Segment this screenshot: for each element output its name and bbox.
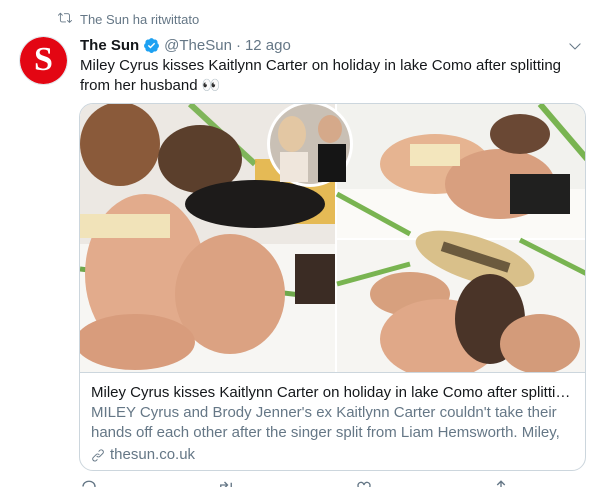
card-description: MILEY Cyrus and Brody Jenner's ex Kaitly…: [91, 404, 560, 441]
avatar-logo: S: [20, 37, 67, 84]
retweet-action-icon: [220, 481, 233, 487]
action-bar: [80, 479, 510, 487]
retweet-context-text[interactable]: The Sun ha ritwittato: [80, 12, 199, 27]
like-button[interactable]: [355, 479, 373, 487]
photo-bottom-right: [336, 230, 585, 372]
retweet-button[interactable]: [217, 479, 235, 487]
tweet-header: The Sun @TheSun · 12 ago: [80, 36, 583, 54]
retweet-context: The Sun ha ritwittato: [57, 11, 199, 28]
card-body[interactable]: Miley Cyrus kisses Kaitlynn Carter on ho…: [80, 372, 585, 470]
card-image[interactable]: [80, 104, 585, 372]
reply-icon: [82, 480, 96, 487]
card-photo-collage: [80, 104, 585, 372]
heart-icon: [356, 481, 371, 487]
tweet[interactable]: The Sun ha ritwittato S The Sun @TheSun …: [0, 0, 601, 487]
verified-badge-icon: [144, 37, 160, 53]
card-domain-text: thesun.co.uk: [110, 446, 196, 463]
tweet-text: Miley Cyrus kisses Kaitlynn Carter on ho…: [80, 56, 580, 96]
author-name[interactable]: The Sun: [80, 37, 139, 54]
tweet-text-body: Miley Cyrus kisses Kaitlynn Carter on ho…: [80, 57, 562, 94]
card-domain: thesun.co.uk: [91, 445, 576, 465]
link-card[interactable]: Miley Cyrus kisses Kaitlynn Carter on ho…: [79, 103, 586, 471]
eyes-emoji: 👀: [201, 77, 222, 94]
retweet-icon: [57, 11, 72, 28]
author-handle[interactable]: @TheSun: [164, 37, 232, 54]
avatar[interactable]: S: [19, 36, 68, 85]
separator-dot: ·: [235, 36, 241, 54]
card-title: Miley Cyrus kisses Kaitlynn Carter on ho…: [91, 384, 576, 401]
tweet-time[interactable]: 12 ago: [245, 37, 291, 54]
link-icon: [92, 448, 104, 462]
share-icon: [496, 480, 506, 487]
reply-button[interactable]: [80, 479, 98, 487]
chevron-down-icon[interactable]: [567, 38, 583, 54]
share-button[interactable]: [492, 479, 510, 487]
avatar-letter: S: [34, 40, 53, 78]
